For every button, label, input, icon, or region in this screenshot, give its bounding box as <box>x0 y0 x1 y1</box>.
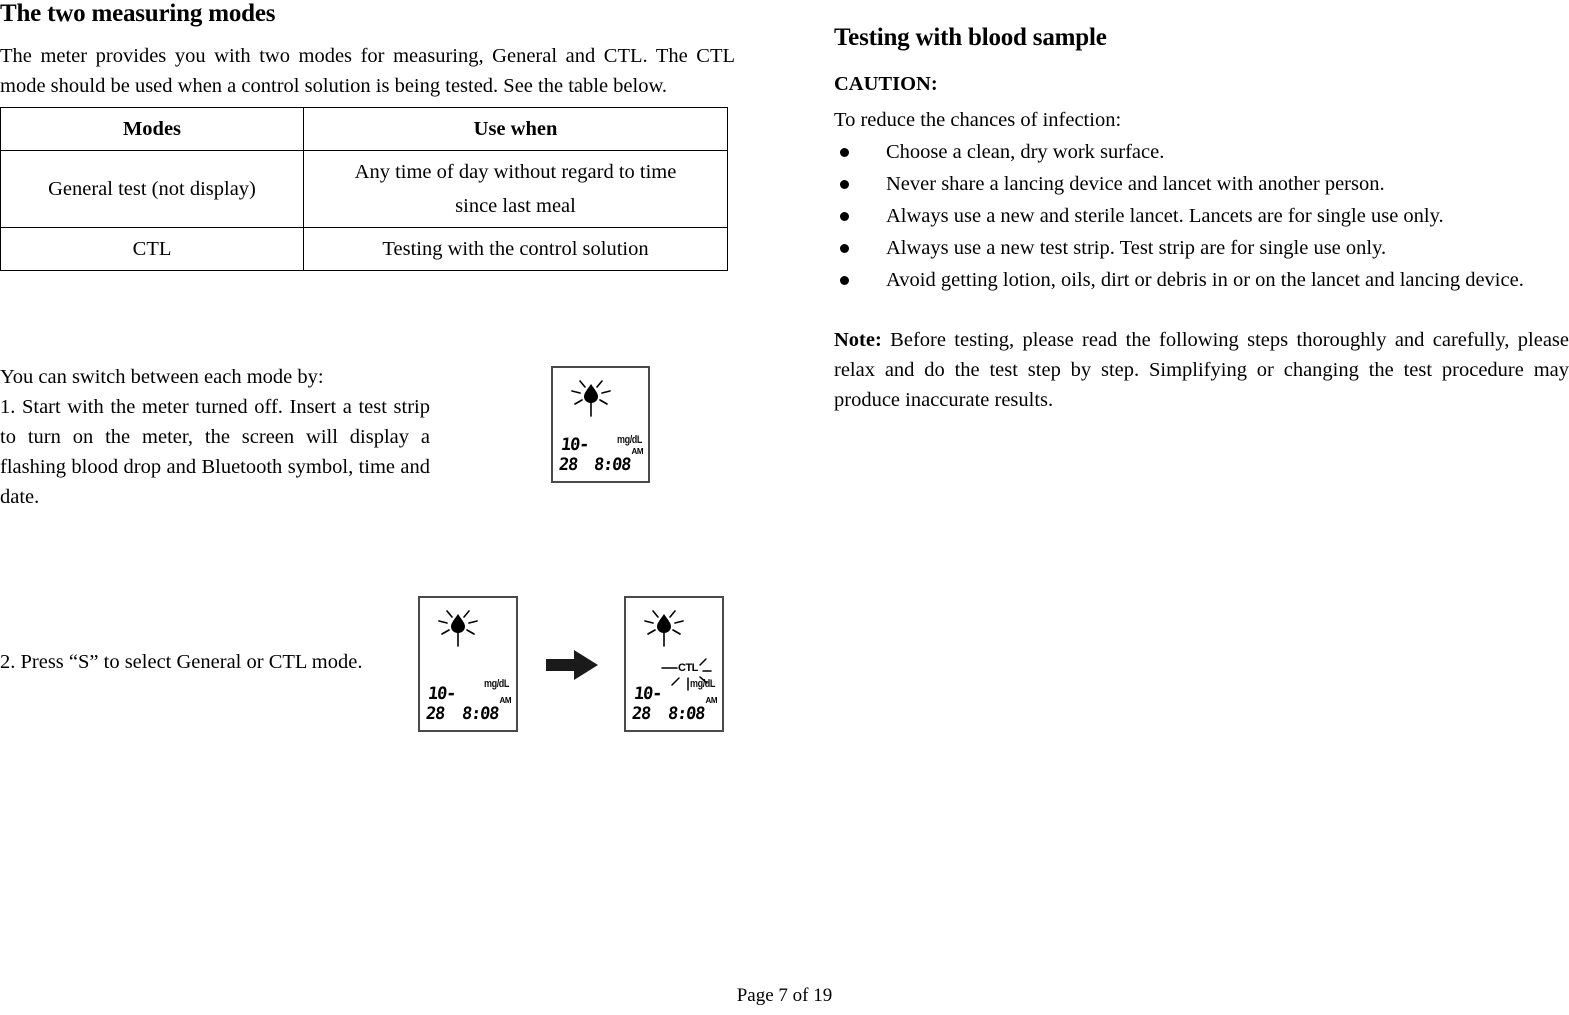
table-cell-mode-ctl: CTL <box>0 226 304 271</box>
caution-lead-text: To reduce the chances of infection: <box>834 108 1122 131</box>
document-page: The two measuring modes The meter provid… <box>0 0 1569 1015</box>
lcd-display-1: mg/dL 10-28 8:08 AM <box>551 366 650 483</box>
lcd2-bottom-row: 10-28 8:08 AM <box>424 684 512 724</box>
flashing-blood-drop-icon <box>640 606 688 650</box>
bullet-dot-icon <box>840 147 849 157</box>
list-item: Always use a new and sterile lancet. Lan… <box>834 201 1569 231</box>
step-1-text: 1. Start with the meter turned off. Inse… <box>0 396 430 508</box>
usewhen-line2: since last meal <box>455 194 576 217</box>
note-paragraph: Note: Before testing, please read the fo… <box>834 325 1569 415</box>
lcd3-time-wrap: 8:08 AM <box>667 696 717 724</box>
lcd3-date: 10-28 <box>630 684 663 724</box>
table-header-use-when: Use when <box>303 106 728 151</box>
list-item: Choose a clean, dry work surface. <box>834 137 1569 167</box>
lcd2-time-wrap: 8:08 AM <box>461 696 511 724</box>
flashing-blood-drop-icon <box>567 376 615 420</box>
switch-intro-text: You can switch between each mode by: <box>0 366 324 388</box>
usewhen-line1: Any time of day without regard to time <box>354 160 677 183</box>
table-row: General test (not display) Any time of d… <box>0 149 728 228</box>
table-cell-mode-general: General test (not display) <box>0 149 304 228</box>
lcd1-bottom-row: 10-28 8:08 AM <box>557 435 644 475</box>
note-label: Note: <box>834 328 882 351</box>
lcd3-ctl-label: CTL <box>678 662 698 674</box>
flashing-blood-drop-icon <box>434 606 482 650</box>
caution-label: CAUTION: <box>834 72 938 95</box>
step-2-text: 2. Press “S” to select General or CTL mo… <box>0 651 363 673</box>
list-item-label: Avoid getting lotion, oils, dirt or debr… <box>886 268 1524 291</box>
lcd2-date: 10-28 <box>424 684 457 724</box>
table-header-row: Modes Use when <box>0 106 728 151</box>
list-item-label: Never share a lancing device and lancet … <box>886 172 1385 195</box>
lcd3-time: 8:08 <box>667 704 706 724</box>
table-cell-usewhen-general: Any time of day without regard to time s… <box>303 149 728 228</box>
list-item: Avoid getting lotion, oils, dirt or debr… <box>834 265 1569 295</box>
measuring-modes-table: Modes Use when General test (not display… <box>0 106 728 271</box>
lcd1-ampm: AM <box>631 447 644 456</box>
bullet-dot-icon <box>840 211 849 221</box>
note-text: Before testing, please read the followin… <box>834 328 1569 411</box>
right-arrow-icon <box>544 648 600 682</box>
left-intro-paragraph: The meter provides you with two modes fo… <box>0 44 735 97</box>
list-item-label: Always use a new test strip. Test strip … <box>886 236 1387 259</box>
bullet-dot-icon <box>840 243 849 253</box>
lcd-display-3: mg/dL CTL 10-28 8:08 AM <box>624 596 724 732</box>
lcd1-time: 8:08 <box>593 455 632 475</box>
page-footer: Page 7 of 19 <box>736 985 833 1006</box>
list-item-label: Always use a new and sterile lancet. Lan… <box>886 204 1444 227</box>
right-column: Testing with blood sample CAUTION: To re… <box>834 24 1569 415</box>
table-cell-usewhen-ctl: Testing with the control solution <box>303 226 728 271</box>
list-item-label: Choose a clean, dry work surface. <box>886 140 1165 163</box>
lcd2-time: 8:08 <box>461 704 500 724</box>
caution-bullet-list: Choose a clean, dry work surface. Never … <box>834 137 1569 295</box>
bullet-dot-icon <box>840 179 849 189</box>
list-item: Always use a new test strip. Test strip … <box>834 233 1569 263</box>
list-item: Never share a lancing device and lancet … <box>834 169 1569 199</box>
lcd1-time-wrap: 8:08 AM <box>593 447 643 475</box>
lcd3-ampm: AM <box>705 696 718 705</box>
right-section-title: Testing with blood sample <box>834 24 1107 51</box>
step-2-block: 2. Press “S” to select General or CTL mo… <box>0 647 430 677</box>
lcd-display-2: mg/dL 10-28 8:08 AM <box>418 596 518 732</box>
left-section-title: The two measuring modes <box>0 0 276 27</box>
table-row: CTL Testing with the control solution <box>0 226 728 271</box>
lcd1-date: 10-28 <box>557 435 590 475</box>
table-header-modes: Modes <box>0 106 304 151</box>
left-column: The two measuring modes The meter provid… <box>0 0 735 673</box>
lcd3-bottom-row: 10-28 8:08 AM <box>630 684 718 724</box>
lcd2-ampm: AM <box>499 696 512 705</box>
switch-instructions-block: You can switch between each mode by: 1. … <box>0 362 430 512</box>
bullet-dot-icon <box>840 275 849 285</box>
